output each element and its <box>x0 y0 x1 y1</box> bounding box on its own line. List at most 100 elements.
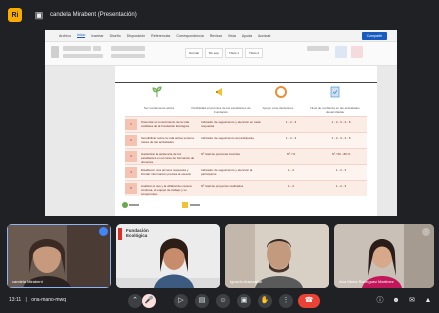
more-button[interactable]: ⋮ <box>279 294 293 308</box>
mic-button[interactable]: 🎤 <box>142 294 156 308</box>
footer-logo-1 <box>121 201 141 209</box>
cell-indicator: Nº total de personas inscritas <box>201 152 240 156</box>
participant-tile-1[interactable]: candela Mirabent <box>7 224 111 288</box>
footer-logo-2 <box>181 201 201 209</box>
cell-objective: Sensibilizar sobre la vida activa social… <box>141 136 194 144</box>
cell-value: 1 - 2 - 3 - 4 - 5 <box>331 120 351 124</box>
ribbon-tab-insertar[interactable]: Insertar <box>91 34 103 38</box>
people-icon[interactable]: ☻ <box>391 296 401 306</box>
participant-name: candela Mirabent <box>12 279 43 284</box>
presentation-title: candela Mirabent (Presentación) <box>50 12 137 18</box>
row-number: 1 <box>125 119 137 130</box>
hand-button[interactable]: ✋ <box>258 294 272 308</box>
ribbon-tab-disposición[interactable]: Disposición <box>127 34 145 38</box>
ribbon-tab-revisar[interactable]: Revisar <box>210 34 222 38</box>
indicator-icons <box>115 86 377 102</box>
participant-tile-2[interactable]: Fundación Ecológica <box>116 224 220 288</box>
style-normal[interactable]: Normal <box>185 48 203 58</box>
participant-tile-3[interactable]: Ignacio Aranzabal <box>225 224 329 288</box>
cell-indicator: Indicador de seguimiento al participante <box>201 136 255 140</box>
row-number: 2 <box>125 135 137 146</box>
format-buttons[interactable] <box>63 54 103 58</box>
style-no-spacing[interactable]: Sin esp. <box>205 48 223 58</box>
ribbon-tab-archivo[interactable]: Archivo <box>59 34 71 38</box>
font-size-field[interactable] <box>93 46 101 51</box>
indicator-table: 1 Potenciar el conocimiento de la vida co… <box>125 116 367 196</box>
document-check-icon <box>330 86 340 98</box>
table-row: 2 Sensibilizar sobre la vida activa socia… <box>125 132 367 148</box>
participant-tile-4[interactable]: ⋮ Ana María Rodríguez Martínez <box>334 224 434 288</box>
present-button[interactable]: ▣ <box>237 294 251 308</box>
table-row: 1 Potenciar el conocimiento de la vida co… <box>125 116 367 132</box>
cell-objective: Potenciar el conocimiento de la vida cot… <box>141 120 190 128</box>
table-row: 4 Establecer una primera respuesta y brin… <box>125 164 367 180</box>
cell-value: 1 - 2 - 3 <box>335 184 347 188</box>
cell-indicator: Indicador de seguimiento y atención al p… <box>201 168 253 176</box>
meeting-code: ona-mano-mwq <box>31 297 66 303</box>
dictate-icon[interactable] <box>335 46 347 58</box>
clock: 13:11 <box>9 297 22 303</box>
cell-indicator: Nº total de proyectos realizados <box>201 184 244 188</box>
ribbon-tab-referencias[interactable]: Referencias <box>151 34 170 38</box>
end-call-button[interactable]: ☎ <box>298 294 320 308</box>
camera-button[interactable]: ▷ <box>174 294 188 308</box>
table-row: 3 Garantizar la asistencia de los estudia… <box>125 148 367 164</box>
ribbon-tab-vista[interactable]: Vista <box>228 34 236 38</box>
activities-icon[interactable]: ▲ <box>423 296 433 306</box>
cell-scale: 1 - 2 - 3 <box>285 136 297 140</box>
style-heading-1[interactable]: Título 1 <box>225 48 243 58</box>
document-canvas[interactable]: Ser socialmente activa Posibilidad econó… <box>45 66 397 216</box>
paste-icon[interactable] <box>51 46 59 58</box>
cell-scale: 1 - 2 - 3 <box>285 120 297 124</box>
table-top-rule <box>115 82 377 83</box>
row-number: 3 <box>125 151 137 162</box>
cell-scale: 1 - 2 <box>287 184 294 188</box>
font-name-field[interactable] <box>63 46 91 51</box>
shared-screen: Archivo Inicio Insertar Diseño Disposición Re… <box>45 30 397 216</box>
megaphone-icon <box>216 88 222 96</box>
cell-indicator: Indicador de seguimiento y atención en c… <box>201 120 261 128</box>
cell-objective: Analizar el uso y la utilidad de manera … <box>141 184 192 196</box>
paragraph-buttons[interactable] <box>111 46 145 51</box>
tile-brand-text: Fundación Ecológica <box>126 228 149 238</box>
emoji-button[interactable]: ☺ <box>216 294 230 308</box>
document-page[interactable]: Ser socialmente activa Posibilidad econó… <box>115 66 377 216</box>
caption-4: Nivel de confianza en las actividades de… <box>310 106 360 114</box>
presentation-icon: ▣ <box>34 10 44 20</box>
meet-window: Ri ▣ candela Mirabent (Presentación) Arc… <box>0 0 439 313</box>
caption-3: Apoyo a las decisiones <box>262 106 294 110</box>
cell-scale: 1 - 2 <box>287 168 294 172</box>
share-button[interactable]: Compartir <box>361 32 387 40</box>
find-button[interactable] <box>307 46 329 51</box>
word-ribbon: Normal Sin esp. Título 1 Título 2 <box>45 42 397 66</box>
word-ribbon-tabs: Archivo Inicio Insertar Diseño Disposición Re… <box>45 30 397 42</box>
participant-name: Ana María Rodríguez Martínez <box>339 279 394 284</box>
ribbon-tab-ayuda[interactable]: Ayuda <box>242 34 252 38</box>
cell-scale: Nº / % <box>286 152 296 156</box>
more-options-icon[interactable]: ⋮ <box>422 228 430 236</box>
column-captions: Ser socialmente activa Posibilidad econó… <box>115 106 377 116</box>
info-icon[interactable]: ⓘ <box>375 296 385 306</box>
ribbon-tab-acrobat[interactable]: Acrobat <box>258 34 270 38</box>
style-heading-2[interactable]: Título 2 <box>245 48 263 58</box>
alignment-buttons[interactable] <box>111 54 145 58</box>
bottom-bar: 13:11 | ona-mano-mwq ⌃ 🎤 ▷ ▤ ☺ ▣ ✋ ⋮ ☎ ⓘ… <box>0 291 439 313</box>
sprout-icon <box>152 86 162 97</box>
caption-2: Posibilidad económica de los estudiantes… <box>191 106 251 114</box>
pin-icon[interactable] <box>99 227 108 236</box>
ribbon-tab-diseño[interactable]: Diseño <box>110 34 121 38</box>
chat-icon[interactable]: ✉ <box>407 296 417 306</box>
raise-hand-button[interactable]: ⌃ <box>128 294 142 308</box>
participant-name: Ignacio Aranzabal <box>230 279 262 284</box>
captions-button[interactable]: ▤ <box>195 294 209 308</box>
ribbon-tab-correspondencia[interactable]: Correspondencia <box>176 34 203 38</box>
ribbon-tab-inicio[interactable]: Inicio <box>76 33 86 38</box>
lifebuoy-icon <box>275 86 287 98</box>
caption-1: Ser socialmente activa <box>143 106 175 110</box>
app-logo[interactable]: Ri <box>8 8 22 22</box>
cell-value: Nº / 60 - 80 % <box>331 152 351 156</box>
top-bar: Ri ▣ candela Mirabent (Presentación) <box>0 0 439 30</box>
row-number: 5 <box>125 183 137 194</box>
cell-value: 1 - 2 - 3 - 4 - 5 <box>331 136 351 140</box>
acrobat-icon[interactable] <box>351 46 363 58</box>
